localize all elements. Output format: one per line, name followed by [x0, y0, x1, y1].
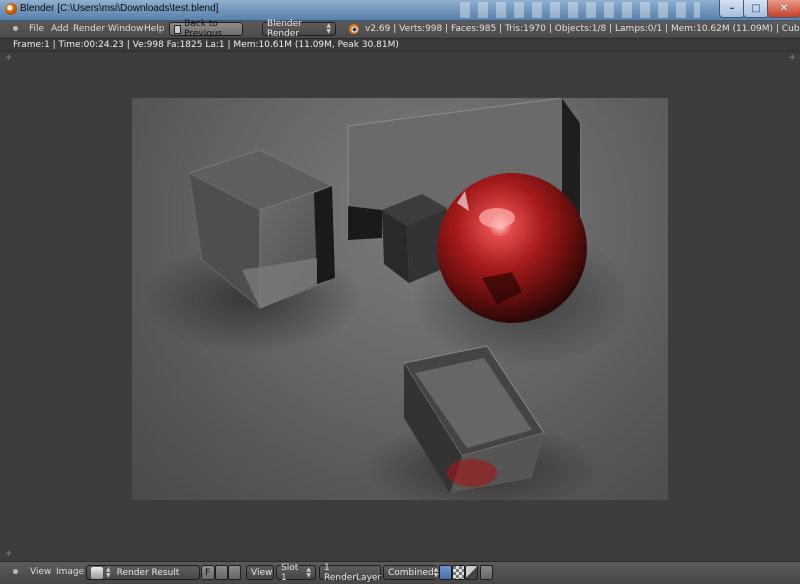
image-icon: [91, 566, 103, 579]
fake-user-button[interactable]: F: [201, 565, 215, 580]
back-icon: [174, 24, 182, 34]
chevron-updown-icon: ▲ ▼: [106, 565, 111, 579]
fake-user-label: F: [205, 567, 211, 578]
menu-add[interactable]: Add: [51, 24, 68, 34]
pin-icon[interactable]: [480, 565, 493, 580]
info-header: File Add Render Window Help Back to Prev…: [0, 19, 800, 39]
close-button[interactable]: ✕: [767, 0, 800, 18]
new-image-icon[interactable]: [215, 565, 228, 580]
back-to-previous-button[interactable]: Back to Previous: [169, 19, 243, 39]
slot-label: Slot 1: [281, 562, 299, 583]
render-layer-label: 1 RenderLayer: [324, 562, 382, 583]
back-to-previous-label: Back to Previous: [184, 19, 223, 39]
unlink-x-icon[interactable]: [228, 565, 241, 580]
display-color-icon[interactable]: [439, 565, 452, 580]
chevron-updown-icon: ▲ ▼: [326, 22, 331, 35]
view-mode-label: View: [251, 567, 273, 578]
red-glossy-sphere: [437, 173, 587, 323]
menu-render[interactable]: Render: [73, 24, 105, 34]
menu-window[interactable]: Window: [108, 24, 144, 34]
render-engine-label: Blender Render: [267, 19, 302, 39]
slot-select[interactable]: Slot 1 ▲ ▼: [276, 562, 316, 583]
blender-logo-icon: [349, 24, 359, 34]
chevron-updown-icon: ▲ ▼: [433, 565, 439, 579]
window-title: Blender [C:\Users\msi\Downloads\test.ble…: [20, 3, 219, 14]
chevron-updown-icon: ▲ ▼: [306, 565, 311, 579]
menu-help[interactable]: Help: [144, 24, 165, 34]
render-info-text: Frame:1 | Time:00:24.23 | Ve:998 Fa:1825…: [13, 40, 399, 50]
render-layer-select[interactable]: 1 RenderLayer: [319, 562, 382, 583]
image-editor-viewport[interactable]: + + +: [0, 52, 800, 561]
image-browse-field[interactable]: ▲ ▼ Render Result: [86, 565, 200, 580]
menu-image[interactable]: Image: [56, 567, 84, 577]
minimize-button[interactable]: –: [719, 0, 745, 18]
area-corner-icon[interactable]: +: [5, 549, 13, 559]
image-editor-header: View Image ▲ ▼ Render Result F View Slot …: [0, 561, 800, 584]
render-engine-select[interactable]: Blender Render ▲ ▼: [262, 19, 336, 39]
blender-app-icon: [5, 3, 17, 15]
rendered-scene: [142, 98, 632, 500]
menu-file[interactable]: File: [29, 24, 44, 34]
editor-type-icon[interactable]: [10, 24, 22, 34]
editor-type-icon[interactable]: [10, 567, 22, 577]
menu-view[interactable]: View: [30, 567, 51, 577]
scene-stats: v2.69 | Verts:998 | Faces:985 | Tris:197…: [365, 24, 800, 34]
render-info-bar: Frame:1 | Time:00:24.23 | Ve:998 Fa:1825…: [0, 39, 800, 52]
image-name: Render Result: [116, 567, 180, 578]
render-pass-select[interactable]: Combined ▲ ▼: [383, 565, 439, 580]
area-corner-icon[interactable]: +: [788, 53, 796, 63]
view-mode-select[interactable]: View: [246, 565, 274, 580]
window-titlebar[interactable]: Blender [C:\Users\msi\Downloads\test.ble…: [0, 0, 800, 21]
render-result-image: [132, 98, 668, 500]
display-alpha-icon[interactable]: [452, 565, 465, 580]
area-corner-icon[interactable]: +: [5, 53, 13, 63]
render-pass-label: Combined: [388, 567, 434, 578]
display-zbuffer-icon[interactable]: [465, 565, 478, 580]
maximize-button[interactable]: □: [743, 0, 769, 18]
background-window-text: [460, 2, 700, 18]
